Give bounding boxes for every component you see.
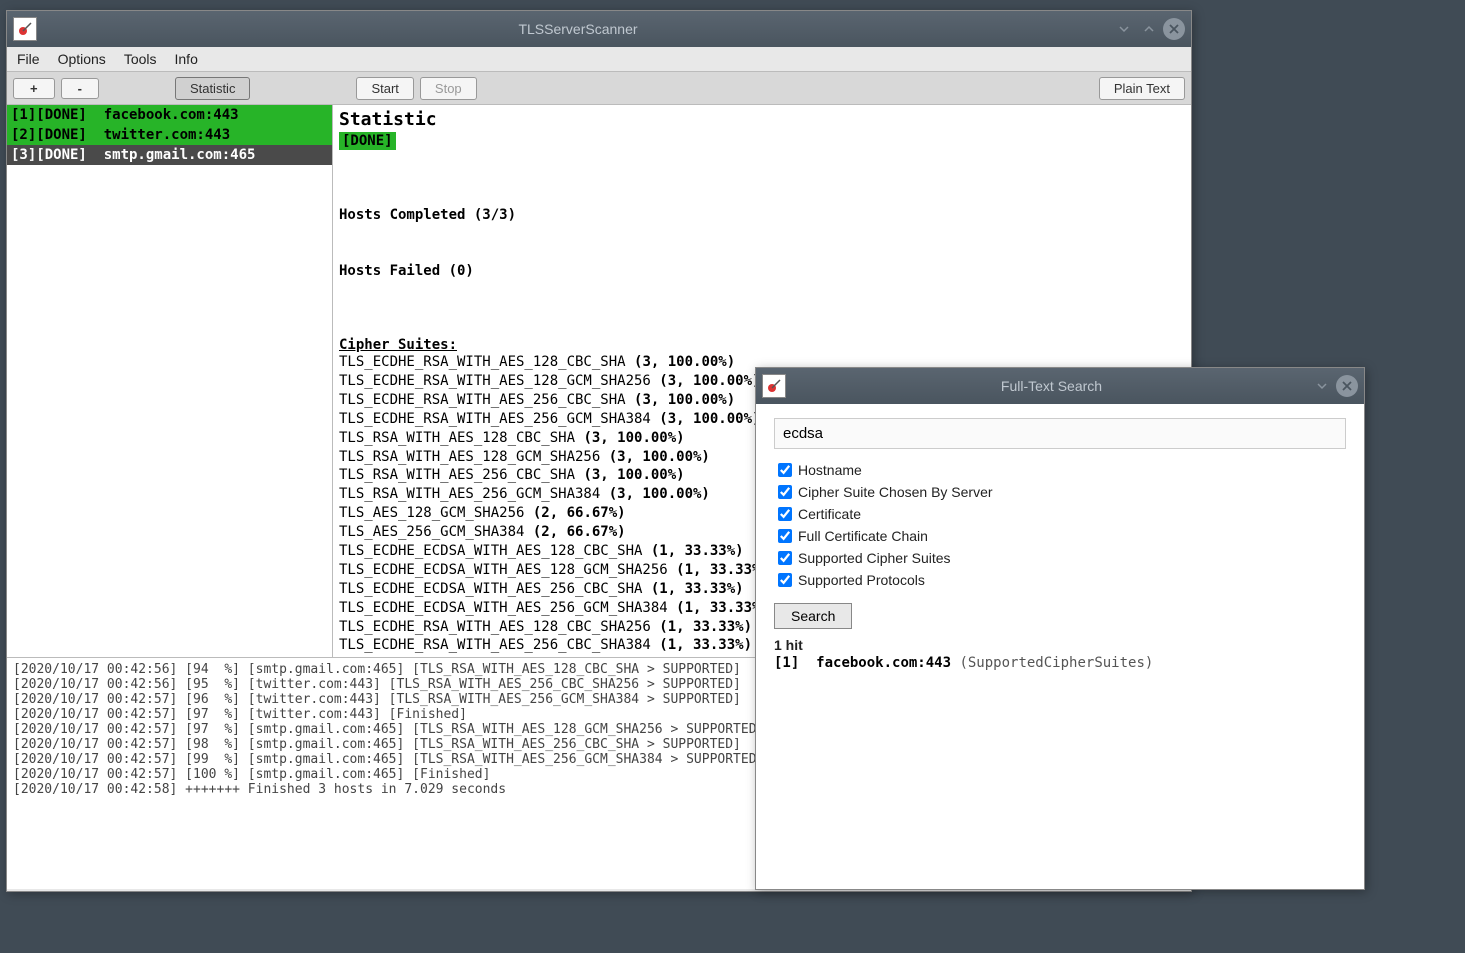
search-hit[interactable]: [1] facebook.com:443 (SupportedCipherSui… — [774, 653, 1346, 673]
maximize-icon[interactable] — [1138, 18, 1160, 40]
statistic-button[interactable]: Statistic — [175, 77, 251, 100]
toolbar: + - Statistic Start Stop Plain Text — [7, 71, 1191, 105]
search-titlebar[interactable]: Full-Text Search — [756, 368, 1364, 404]
host-row[interactable]: [3][DONE] smtp.gmail.com:465 — [7, 145, 332, 165]
window-title: TLSServerScanner — [43, 21, 1113, 37]
search-option-label: Hostname — [798, 462, 862, 478]
search-option[interactable]: Hostname — [774, 459, 1346, 481]
search-window: Full-Text Search Hostname Cipher Suite Ch… — [755, 367, 1365, 890]
hosts-completed: Hosts Completed (3/3) — [339, 206, 1185, 225]
search-close-icon[interactable] — [1336, 375, 1358, 397]
search-option-checkbox[interactable] — [778, 573, 792, 587]
search-option-label: Certificate — [798, 506, 861, 522]
host-list: [1][DONE] facebook.com:443[2][DONE] twit… — [7, 105, 333, 657]
search-option[interactable]: Supported Cipher Suites — [774, 547, 1346, 569]
search-option[interactable]: Full Certificate Chain — [774, 525, 1346, 547]
close-icon[interactable] — [1163, 18, 1185, 40]
search-minimize-icon[interactable] — [1311, 375, 1333, 397]
search-window-title: Full-Text Search — [792, 378, 1311, 394]
search-option-checkbox[interactable] — [778, 551, 792, 565]
search-option-checkbox[interactable] — [778, 463, 792, 477]
hit-note: (SupportedCipherSuites) — [959, 655, 1153, 671]
titlebar[interactable]: TLSServerScanner — [7, 11, 1191, 47]
search-option-label: Supported Cipher Suites — [798, 550, 951, 566]
menu-options[interactable]: Options — [58, 51, 106, 67]
start-button[interactable]: Start — [356, 77, 413, 100]
hits-count: 1 hit — [774, 637, 1346, 653]
statistic-title: Statistic — [339, 109, 1185, 130]
add-host-button[interactable]: + — [13, 78, 55, 99]
search-option-checkbox[interactable] — [778, 485, 792, 499]
search-input[interactable] — [774, 418, 1346, 449]
remove-host-button[interactable]: - — [61, 78, 99, 99]
search-option[interactable]: Supported Protocols — [774, 569, 1346, 591]
search-app-icon — [762, 374, 786, 398]
search-option-label: Full Certificate Chain — [798, 528, 928, 544]
host-row[interactable]: [1][DONE] facebook.com:443 — [7, 105, 332, 125]
cipher-suites-header: Cipher Suites: — [339, 337, 1185, 353]
statistic-badge: [DONE] — [339, 132, 396, 150]
app-icon — [13, 17, 37, 41]
search-option-label: Cipher Suite Chosen By Server — [798, 484, 993, 500]
menu-info[interactable]: Info — [175, 51, 198, 67]
host-row[interactable]: [2][DONE] twitter.com:443 — [7, 125, 332, 145]
hosts-failed: Hosts Failed (0) — [339, 262, 1185, 281]
menu-tools[interactable]: Tools — [124, 51, 157, 67]
search-option-checkbox[interactable] — [778, 507, 792, 521]
menu-file[interactable]: File — [17, 51, 40, 67]
search-option-checkbox[interactable] — [778, 529, 792, 543]
search-options: Hostname Cipher Suite Chosen By Server Cer… — [774, 459, 1346, 591]
search-button[interactable]: Search — [774, 603, 852, 629]
plaintext-button[interactable]: Plain Text — [1099, 77, 1185, 100]
search-option-label: Supported Protocols — [798, 572, 925, 588]
stop-button[interactable]: Stop — [420, 77, 477, 100]
menubar: File Options Tools Info — [7, 47, 1191, 71]
search-option[interactable]: Cipher Suite Chosen By Server — [774, 481, 1346, 503]
minimize-icon[interactable] — [1113, 18, 1135, 40]
search-option[interactable]: Certificate — [774, 503, 1346, 525]
hit-host: facebook.com:443 — [816, 655, 951, 671]
hit-index: [1] — [774, 655, 799, 671]
